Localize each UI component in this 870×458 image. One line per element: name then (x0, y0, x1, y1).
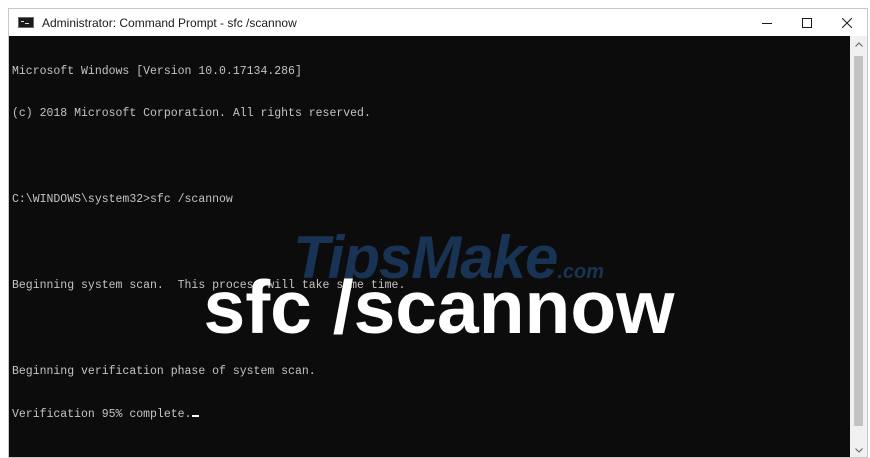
chevron-up-icon (854, 42, 863, 47)
vertical-scrollbar[interactable] (850, 36, 867, 457)
minimize-button[interactable] (747, 9, 787, 36)
maximize-button[interactable] (787, 9, 827, 36)
close-icon (842, 17, 852, 28)
console-line-last: Verification 95% complete. (12, 408, 405, 422)
scroll-down-button[interactable] (850, 442, 867, 457)
window-controls (747, 9, 867, 36)
title-bar[interactable]: Administrator: Command Prompt - sfc /sca… (9, 9, 867, 36)
overlay-caption: sfc /scannow (203, 265, 675, 349)
scrollbar-thumb[interactable] (854, 56, 863, 426)
console-output[interactable]: Microsoft Windows [Version 10.0.17134.28… (9, 36, 852, 457)
console-line: Beginning verification phase of system s… (12, 364, 316, 378)
command-prompt-window: Administrator: Command Prompt - sfc /sca… (8, 8, 868, 458)
console-line-text: Verification 95% complete. (12, 407, 192, 421)
window-title: Administrator: Command Prompt - sfc /sca… (42, 15, 297, 30)
console-line: C:\WINDOWS\system32>sfc /scannow (12, 193, 233, 207)
chevron-down-icon (854, 448, 863, 453)
minimize-icon (762, 22, 772, 24)
command-prompt-icon (18, 17, 34, 28)
console-line: Microsoft Windows [Version 10.0.17134.28… (12, 64, 302, 78)
text-cursor (192, 414, 200, 417)
close-button[interactable] (827, 9, 867, 36)
scroll-up-button[interactable] (850, 36, 867, 53)
maximize-icon (802, 17, 812, 28)
console-line: (c) 2018 Microsoft Corporation. All righ… (12, 107, 371, 121)
